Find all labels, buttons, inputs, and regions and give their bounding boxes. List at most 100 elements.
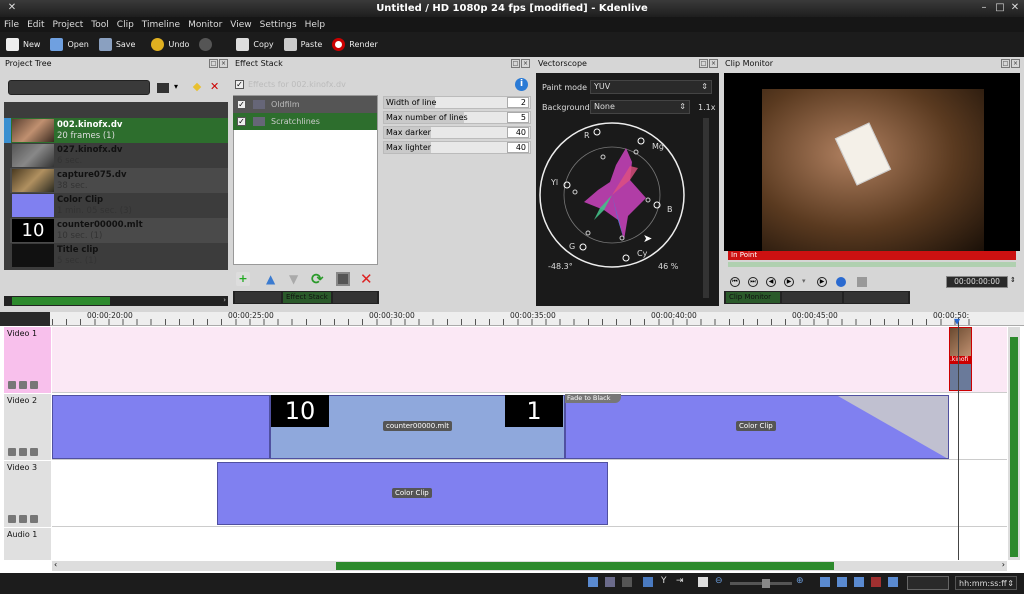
zoom-slider[interactable] — [703, 118, 709, 298]
move-up-icon[interactable]: ▲ — [266, 272, 275, 286]
menu-clip[interactable]: Clip — [117, 20, 134, 30]
render-button[interactable]: Render — [332, 38, 378, 51]
effect-enable-checkbox[interactable]: ✓ — [237, 117, 246, 126]
window-menu-icon[interactable]: ✕ — [6, 2, 18, 14]
paste-button[interactable]: Paste — [283, 38, 322, 51]
set-zone-start-icon[interactable]: ⏮ — [730, 277, 740, 287]
hide-video-icon[interactable] — [30, 381, 38, 389]
save-effect-icon[interactable] — [336, 272, 350, 286]
menu-edit[interactable]: Edit — [27, 20, 44, 30]
close-dock-icon[interactable]: × — [709, 59, 718, 68]
video-thumbs-icon[interactable] — [588, 577, 598, 587]
clip-position-ruler[interactable] — [728, 262, 1016, 267]
lock-icon[interactable] — [8, 448, 16, 456]
mute-icon[interactable] — [19, 381, 27, 389]
project-item[interactable]: 002.kinofx.dv 20 frames (1) — [10, 118, 228, 143]
param-value-input[interactable]: 40 — [507, 127, 529, 138]
play-icon[interactable]: ▶ — [784, 277, 794, 287]
float-icon[interactable]: □ — [699, 59, 708, 68]
snap-icon[interactable] — [871, 577, 881, 587]
param-value-input[interactable]: 5 — [507, 112, 529, 123]
menu-project[interactable]: Project — [53, 20, 84, 30]
close-icon[interactable]: ✕ — [1009, 2, 1021, 14]
param-max-darker[interactable]: Max darker 40 — [383, 126, 531, 139]
save-button[interactable]: Save — [98, 38, 135, 51]
zoom-slider-handle[interactable] — [762, 579, 770, 588]
razor-tool-icon[interactable]: Y — [661, 576, 667, 586]
volume-icon[interactable] — [857, 277, 867, 287]
copy-button[interactable]: Copy — [236, 38, 274, 51]
maximize-icon[interactable]: □ — [994, 2, 1006, 14]
project-item[interactable]: capture075.dv 38 sec. — [10, 168, 228, 193]
tab-record-monitor[interactable] — [844, 292, 908, 303]
forward-icon[interactable]: ▶ — [817, 277, 827, 287]
rewind-icon[interactable]: ◀ — [766, 277, 776, 287]
param-max-lighter[interactable]: Max lighter 40 — [383, 141, 531, 154]
new-button[interactable]: New — [6, 38, 40, 51]
mute-icon[interactable] — [19, 515, 27, 523]
hide-video-icon[interactable] — [30, 515, 38, 523]
playhead-marker-icon[interactable]: ▼ — [954, 317, 960, 326]
close-dock-icon[interactable]: × — [219, 59, 228, 68]
background-select[interactable]: None ⇕ — [590, 100, 690, 114]
param-value-input[interactable]: 40 — [507, 142, 529, 153]
enable-effects-checkbox[interactable]: ✓ — [235, 80, 244, 89]
tab-clip-monitor[interactable]: Clip Monitor — [726, 292, 780, 303]
effect-enable-checkbox[interactable]: ✓ — [237, 100, 246, 109]
timecode-format-select[interactable]: hh:mm:ss:ff ⇕ — [955, 576, 1017, 590]
markers-icon[interactable] — [622, 577, 632, 587]
timecode-field[interactable]: 00:00:00:00 — [946, 276, 1008, 288]
project-tree-scrollbar[interactable]: › — [4, 296, 228, 306]
project-item[interactable]: Title clip 5 sec. (1) — [10, 243, 228, 268]
show-markers-icon[interactable] — [854, 577, 864, 587]
scroll-left-icon[interactable]: ‹ — [54, 560, 57, 569]
add-clip-icon[interactable] — [157, 83, 169, 93]
set-zone-end-icon[interactable]: ⏭ — [748, 277, 758, 287]
zoom-slider[interactable] — [730, 579, 792, 588]
scrollbar-thumb[interactable] — [12, 297, 110, 305]
project-item[interactable]: 10 counter00000.mlt 10 sec. (1) — [10, 218, 228, 243]
ripple-icon[interactable] — [888, 577, 898, 587]
lock-icon[interactable] — [8, 381, 16, 389]
tab-effect-stack[interactable]: Effect Stack — [283, 292, 331, 303]
play-dropdown-icon[interactable]: ▾ — [802, 277, 806, 285]
playhead[interactable] — [958, 318, 959, 560]
delete-clip-icon[interactable]: ✕ — [210, 80, 219, 93]
project-item[interactable]: Color Clip 1 min. 05 sec. (3) — [10, 193, 228, 218]
menu-help[interactable]: Help — [305, 20, 326, 30]
param-value-input[interactable]: 2 — [507, 97, 529, 108]
scroll-right-icon[interactable]: › — [223, 296, 226, 304]
audio-thumbs-icon[interactable] — [605, 577, 615, 587]
paint-mode-select[interactable]: YUV ⇕ — [590, 80, 712, 94]
menu-tool[interactable]: Tool — [91, 20, 108, 30]
fit-zoom-icon[interactable] — [698, 577, 708, 587]
delete-effect-icon[interactable]: ✕ — [360, 270, 373, 288]
menu-file[interactable]: File — [4, 20, 19, 30]
menu-monitor[interactable]: Monitor — [188, 20, 222, 30]
layout-selector[interactable] — [907, 576, 949, 590]
menu-settings[interactable]: Settings — [260, 20, 297, 30]
project-item[interactable]: 027.kinofx.dv 6 sec. — [10, 143, 228, 168]
float-icon[interactable]: □ — [209, 59, 218, 68]
spacer-tool-icon[interactable]: ⇥ — [676, 576, 684, 586]
split-audio-icon[interactable] — [820, 577, 830, 587]
monitor-options-icon[interactable] — [836, 277, 846, 287]
show-transitions-icon[interactable] — [837, 577, 847, 587]
reset-icon[interactable]: ⟳ — [311, 270, 324, 288]
hide-video-icon[interactable] — [30, 448, 38, 456]
lock-icon[interactable] — [8, 515, 16, 523]
track-lane-audio1[interactable] — [52, 528, 1007, 560]
add-effect-icon[interactable]: + — [236, 272, 250, 286]
project-search-input[interactable] — [8, 80, 150, 95]
chevron-down-icon[interactable]: ▾ — [174, 82, 178, 91]
undo-button[interactable]: Undo — [151, 38, 189, 51]
timeline-clip[interactable]: .kinofi — [949, 327, 972, 391]
open-button[interactable]: Open — [50, 38, 89, 51]
zoom-out-icon[interactable]: ⊖ — [715, 576, 723, 586]
minimize-icon[interactable]: – — [978, 2, 990, 14]
timeline-vscroll[interactable] — [1008, 327, 1020, 560]
redo-button[interactable] — [199, 38, 216, 51]
float-icon[interactable]: □ — [511, 59, 520, 68]
zoom-in-icon[interactable]: ⊕ — [796, 576, 804, 586]
close-dock-icon[interactable]: × — [521, 59, 530, 68]
